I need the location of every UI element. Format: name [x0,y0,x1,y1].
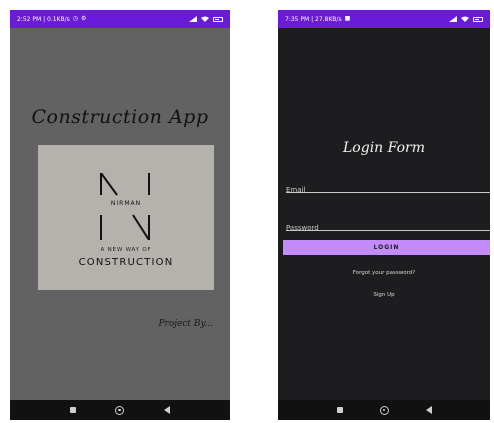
signal-icon [449,16,457,22]
login-button[interactable]: LOGIN [283,240,490,255]
status-bar: 7:35 PM | 27.8KB/s ■ [278,10,490,28]
back-icon[interactable] [425,406,432,414]
navigation-bar [278,400,490,420]
back-icon[interactable] [164,406,171,414]
navigation-bar [10,400,230,420]
email-field[interactable] [286,182,490,198]
status-time: 2:52 PM | 0.1KB/s [17,15,70,23]
forgot-password-link[interactable]: Forgot your password? [278,270,490,276]
password-field[interactable] [286,220,490,236]
recent-apps-icon[interactable] [69,407,76,413]
logo-name: NIRMAN [108,200,144,207]
logo-tagline: A NEW WAY OF [100,247,152,253]
logo-subtitle: CONSTRUCTION [78,257,174,268]
status-time: 7:35 PM | 27.8KB/s [285,15,342,23]
status-bar: 2:52 PM | 0.1KB/s ◷ ⚙ [10,10,230,28]
email-field-wrapper [286,177,490,198]
notification-icon: ■ [344,15,351,22]
login-screen: 7:35 PM | 27.8KB/s ■ Login Form LOGIN Fo… [278,10,490,420]
project-by-link[interactable]: Project By... [159,319,214,329]
settings-icon: ⚙ [81,15,87,22]
page: 2:52 PM | 0.1KB/s ◷ ⚙ Construction App N… [0,0,494,423]
home-icon[interactable] [115,405,125,415]
password-field-wrapper [286,215,490,236]
nirman-logo: NIRMAN A NEW WAY OF CONSTRUCTION [38,145,214,290]
battery-icon [473,16,483,22]
recent-apps-icon[interactable] [336,407,343,413]
login-title: Login Form [343,140,425,156]
battery-icon [213,16,223,22]
app-title: Construction App [31,106,209,128]
alarm-icon: ◷ [72,15,79,22]
signal-icon [189,16,197,22]
wifi-icon [461,16,469,22]
sign-up-link[interactable]: Sign Up [278,292,490,298]
wifi-icon [201,16,209,22]
splash-screen: 2:52 PM | 0.1KB/s ◷ ⚙ Construction App N… [10,10,230,420]
home-icon[interactable] [379,405,389,415]
